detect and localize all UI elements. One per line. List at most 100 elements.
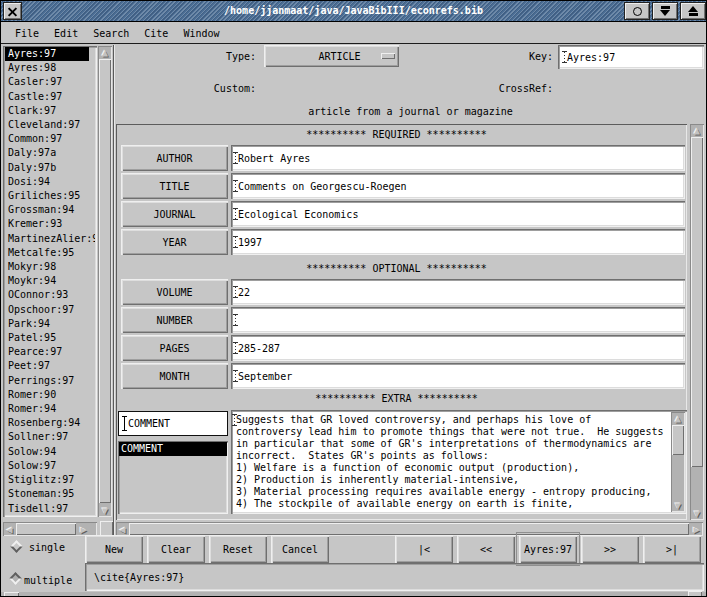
field-label-button[interactable]: VOLUME bbox=[121, 279, 228, 305]
list-vertical-scrollbar[interactable]: ▲ ▼ bbox=[98, 46, 112, 517]
scroll-right-icon[interactable]: ▶ bbox=[690, 522, 703, 536]
field-input[interactable] bbox=[231, 307, 685, 333]
bottom-sash-left[interactable] bbox=[4, 592, 19, 597]
reference-list[interactable]: Ayres:97Ayres:98Casler:97Castle:97Clark:… bbox=[3, 46, 97, 517]
list-item[interactable]: Moykr:94 bbox=[5, 274, 95, 288]
nav-current-button[interactable]: Ayres:97 bbox=[519, 535, 577, 563]
key-input[interactable]: Ayres:97 bbox=[558, 45, 704, 69]
list-item[interactable]: Pearce:97 bbox=[5, 345, 95, 359]
list-item[interactable]: Castle:97 bbox=[5, 90, 95, 104]
list-item[interactable]: Solow:94 bbox=[5, 445, 95, 459]
field-input[interactable]: Comments on Georgescu-Roegen bbox=[231, 173, 685, 199]
list-item[interactable]: MartinezAlier:9 bbox=[5, 232, 95, 246]
list-item[interactable]: Rosenberg:94 bbox=[5, 416, 95, 430]
extra-field-list[interactable]: COMMENT bbox=[118, 441, 228, 514]
scrollbar-thumb[interactable] bbox=[99, 59, 111, 503]
list-item[interactable]: Peet:97 bbox=[5, 359, 95, 373]
field-input[interactable]: Robert Ayres bbox=[231, 145, 685, 171]
scroll-right-icon[interactable]: ▶ bbox=[77, 522, 90, 536]
list-item[interactable]: Park:94 bbox=[5, 317, 95, 331]
list-item[interactable]: Ayres:98 bbox=[5, 61, 95, 75]
list-item[interactable]: Griliches:95 bbox=[5, 189, 95, 203]
list-item[interactable]: Romer:94 bbox=[5, 402, 95, 416]
list-item[interactable]: Clark:97 bbox=[5, 104, 95, 118]
list-item[interactable]: Ayres:97 bbox=[5, 47, 89, 61]
scrollbar-thumb[interactable] bbox=[129, 523, 689, 535]
field-input[interactable]: 22 bbox=[231, 279, 685, 305]
clear-button[interactable]: Clear bbox=[147, 535, 205, 563]
scrollbar-thumb[interactable] bbox=[672, 425, 684, 455]
cite-command-input[interactable]: \cite{Ayres:97} bbox=[85, 563, 704, 591]
form-vertical-scrollbar[interactable]: ▲ ▼ bbox=[690, 124, 704, 520]
list-item[interactable]: Metcalfe:95 bbox=[5, 246, 95, 260]
list-item[interactable]: Casler:97 bbox=[5, 75, 95, 89]
list-horizontal-scrollbar[interactable]: ◀ ▶ bbox=[3, 522, 97, 536]
scroll-up-icon[interactable]: ▲ bbox=[98, 46, 112, 59]
list-item[interactable]: Sollner:97 bbox=[5, 430, 95, 444]
list-item[interactable]: Solow:97 bbox=[5, 459, 95, 473]
bottom-sash-right[interactable] bbox=[688, 591, 702, 597]
field-label-button[interactable]: MONTH bbox=[121, 363, 228, 389]
field-label-button[interactable]: AUTHOR bbox=[121, 145, 228, 171]
title-bar[interactable]: /home/jjanmaat/java/JavaBibIII/econrefs.… bbox=[1, 1, 706, 22]
single-radio[interactable] bbox=[10, 540, 23, 553]
menu-item[interactable]: Cite bbox=[144, 28, 168, 39]
lower-window-button[interactable] bbox=[652, 2, 678, 20]
reset-button[interactable]: Reset bbox=[209, 535, 267, 563]
field-input[interactable]: Ecological Economics bbox=[231, 201, 685, 227]
list-item[interactable]: Daly:97a bbox=[5, 146, 95, 160]
list-item[interactable]: Kremer:93 bbox=[5, 217, 95, 231]
scrollbar-thumb[interactable] bbox=[16, 523, 76, 535]
field-label-button[interactable]: PAGES bbox=[121, 335, 228, 361]
menu-item[interactable]: Search bbox=[93, 28, 129, 39]
scroll-left-icon[interactable]: ◀ bbox=[116, 522, 129, 536]
nav-next-button[interactable]: >> bbox=[581, 535, 639, 563]
close-button[interactable] bbox=[3, 2, 22, 20]
nav-last-button[interactable]: >| bbox=[643, 535, 701, 563]
list-item[interactable]: Mokyr:98 bbox=[5, 260, 95, 274]
field-label-button[interactable]: YEAR bbox=[121, 229, 228, 255]
field-input[interactable]: 1997 bbox=[231, 229, 685, 255]
raise-window-button[interactable] bbox=[680, 2, 706, 20]
cancel-button[interactable]: Cancel bbox=[271, 535, 329, 563]
list-item[interactable]: Dosi:94 bbox=[5, 175, 95, 189]
field-label-button[interactable]: JOURNAL bbox=[121, 201, 228, 227]
scroll-down-icon[interactable]: ▼ bbox=[98, 504, 112, 517]
nav-first-button[interactable]: |< bbox=[395, 535, 453, 563]
scroll-down-icon[interactable]: ▼ bbox=[690, 507, 704, 520]
extra-field-name-input[interactable]: COMMENT bbox=[118, 411, 228, 436]
list-item[interactable]: Cleveland:97 bbox=[5, 118, 95, 132]
list-item[interactable]: OConnor:93 bbox=[5, 288, 95, 302]
list-item[interactable]: Stiglitz:97 bbox=[5, 473, 95, 487]
list-item[interactable]: Patel:95 bbox=[5, 331, 95, 345]
scroll-down-icon[interactable]: ▼ bbox=[671, 499, 685, 512]
scroll-up-icon[interactable]: ▲ bbox=[690, 124, 704, 137]
scroll-left-icon[interactable]: ◀ bbox=[3, 522, 16, 536]
new-button[interactable]: New bbox=[85, 535, 143, 563]
list-item[interactable]: Tisdell:97 bbox=[5, 502, 95, 516]
list-item[interactable]: Opschoor:97 bbox=[5, 303, 95, 317]
field-label-button[interactable]: TITLE bbox=[121, 173, 228, 199]
menu-item[interactable]: Edit bbox=[54, 28, 78, 39]
nav-prev-button[interactable]: << bbox=[457, 535, 515, 563]
textarea-vertical-scrollbar[interactable]: ▲ ▼ bbox=[671, 412, 685, 512]
field-label-button[interactable]: NUMBER bbox=[121, 307, 228, 333]
list-item[interactable]: Common:97 bbox=[5, 132, 95, 146]
list-item[interactable]: Stoneman:95 bbox=[5, 487, 95, 501]
comment-textarea[interactable]: Suggests that GR loved controversy, and … bbox=[231, 410, 687, 514]
scroll-up-icon[interactable]: ▲ bbox=[671, 412, 685, 425]
extra-list-item[interactable]: COMMENT bbox=[119, 442, 227, 456]
list-item[interactable]: Perrings:97 bbox=[5, 374, 95, 388]
multiple-radio[interactable] bbox=[9, 572, 22, 585]
pane-sash[interactable] bbox=[100, 521, 113, 536]
field-input[interactable]: September bbox=[231, 363, 685, 389]
menu-item[interactable]: Window bbox=[183, 28, 219, 39]
scrollbar-thumb[interactable] bbox=[691, 137, 703, 467]
field-input[interactable]: 285-287 bbox=[231, 335, 685, 361]
window-menu-button[interactable] bbox=[624, 2, 650, 20]
menu-item[interactable]: File bbox=[15, 28, 39, 39]
list-item[interactable]: Grossman:94 bbox=[5, 203, 95, 217]
type-dropdown[interactable]: ARTICLE bbox=[264, 45, 399, 67]
list-item[interactable]: Daly:97b bbox=[5, 161, 95, 175]
list-item[interactable]: Romer:90 bbox=[5, 388, 95, 402]
